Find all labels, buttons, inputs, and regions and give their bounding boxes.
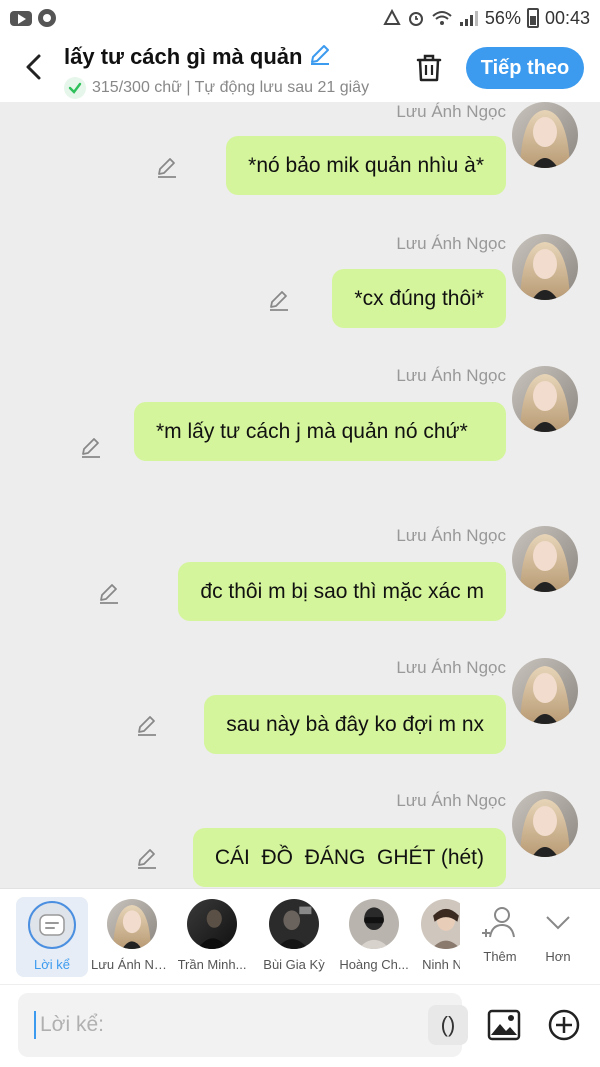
data-saver-icon — [383, 9, 401, 25]
status-right: 56% 00:43 — [383, 8, 590, 29]
page-title: lấy tư cách gì mà quản — [64, 43, 303, 69]
alarm-icon — [408, 12, 423, 26]
sender-name: Lưu Ánh Ngọc — [396, 791, 506, 810]
sender-name: Lưu Ánh Ngọc — [396, 102, 506, 121]
character-item[interactable]: Lưu Ánh Ngọc — [91, 897, 173, 977]
avatar[interactable] — [512, 526, 578, 592]
avatar[interactable] — [512, 234, 578, 300]
pencil-icon — [311, 45, 330, 65]
avatar[interactable] — [512, 366, 578, 432]
message-input[interactable] — [40, 993, 400, 1057]
add-more-button[interactable] — [546, 1007, 582, 1043]
chevron-down-icon — [546, 916, 570, 930]
wifi-icon — [432, 11, 452, 25]
character-item[interactable]: Ninh N — [416, 897, 460, 977]
delete-button[interactable] — [412, 50, 446, 86]
input-bar: () — [0, 984, 600, 1067]
avatar — [421, 899, 460, 949]
edit-message-button[interactable] — [94, 578, 124, 608]
avatar — [187, 899, 237, 949]
pencil-icon — [158, 158, 176, 178]
character-item[interactable]: Trần Minh... — [176, 897, 248, 977]
header: lấy tư cách gì mà quản 315/300 chữ | Tự … — [0, 36, 600, 102]
add-label: Thêm — [483, 949, 517, 964]
avatar[interactable] — [512, 791, 578, 857]
sender-name: Lưu Ánh Ngọc — [396, 234, 506, 253]
signal-icon — [459, 11, 478, 26]
message-bubble[interactable]: đc thôi m bị sao thì mặc xác m — [178, 562, 506, 621]
character-name: Trần Minh... — [177, 957, 247, 972]
avatar[interactable] — [512, 658, 578, 724]
subtitle-row: 315/300 chữ | Tự động lưu sau 21 giây — [64, 77, 390, 99]
sender-name: Lưu Ánh Ngọc — [396, 526, 506, 545]
character-name: Bùi Gia Kỳ — [263, 957, 325, 972]
insert-image-button[interactable] — [486, 1007, 522, 1043]
image-icon — [487, 1009, 521, 1041]
character-item[interactable]: Bùi Gia Kỳ — [258, 897, 330, 977]
edit-message-button[interactable] — [264, 285, 294, 315]
edit-message-button[interactable] — [76, 432, 106, 462]
edit-message-button[interactable] — [132, 710, 162, 740]
trash-icon — [416, 54, 442, 82]
pencil-icon — [138, 716, 156, 736]
clock: 00:43 — [544, 7, 590, 28]
edit-message-button[interactable] — [152, 152, 182, 182]
title-row: lấy tư cách gì mà quản — [64, 42, 394, 71]
back-arrow-icon — [26, 54, 41, 80]
message-list[interactable]: Lưu Ánh Ngọc *nó bảo mik quản nhìu à* Lư… — [0, 102, 600, 888]
status-bar: 56% 00:43 — [0, 0, 600, 36]
character-name: Ninh N — [422, 957, 460, 972]
text-caret — [34, 1011, 36, 1039]
check-icon — [64, 77, 86, 99]
chrome-icon — [38, 9, 56, 27]
sender-name: Lưu Ánh Ngọc — [396, 366, 506, 385]
avatar — [269, 899, 319, 949]
message-bubble[interactable]: *m lấy tư cách j mà quản nó chứ* — [134, 402, 506, 461]
narrator-icon — [28, 901, 76, 949]
character-name: Lời kể — [34, 957, 70, 972]
status-left — [10, 9, 56, 27]
message-bubble[interactable]: *nó bảo mik quản nhìu à* — [226, 136, 506, 195]
battery-icon — [526, 8, 539, 28]
character-item[interactable]: Hoàng Ch... — [338, 897, 410, 977]
avatar[interactable] — [512, 102, 578, 168]
character-name: Lưu Ánh Ngọc — [91, 957, 173, 972]
battery-percent: 56% — [484, 7, 521, 28]
pencil-icon — [138, 849, 156, 869]
back-button[interactable] — [18, 50, 48, 84]
edit-title-button[interactable] — [308, 42, 332, 71]
pencil-icon — [100, 584, 118, 604]
avatar — [349, 899, 399, 949]
more-label: Hơn — [545, 949, 571, 964]
message-bubble[interactable]: CÁI ĐỒ ĐÁNG GHÉT (hét) — [192, 828, 506, 887]
more-button[interactable]: Hơn — [522, 897, 594, 977]
character-narrator[interactable]: Lời kể — [16, 897, 88, 977]
word-count-status: 315/300 chữ | Tự động lưu sau 21 giây — [92, 79, 370, 96]
edit-message-button[interactable] — [132, 843, 162, 873]
input-container: () — [18, 993, 468, 1057]
youtube-icon — [10, 10, 32, 26]
pencil-icon — [82, 438, 100, 458]
add-person-icon — [482, 907, 515, 938]
action-paren-button[interactable]: () — [428, 1005, 468, 1045]
message-bubble[interactable]: *cx đúng thôi* — [332, 269, 506, 328]
message-bubble[interactable]: sau này bà đây ko đợi m nx — [204, 695, 506, 754]
pencil-icon — [270, 291, 288, 311]
avatar — [107, 899, 157, 949]
sender-name: Lưu Ánh Ngọc — [396, 658, 506, 677]
title-area: lấy tư cách gì mà quản 315/300 chữ | Tự … — [64, 42, 394, 99]
plus-circle-icon — [548, 1009, 580, 1041]
character-bar: Lời kể Lưu Ánh Ngọc Trần Minh... Bùi Gia… — [0, 888, 600, 984]
character-name: Hoàng Ch... — [339, 957, 409, 972]
next-button[interactable]: Tiếp theo — [466, 47, 584, 89]
